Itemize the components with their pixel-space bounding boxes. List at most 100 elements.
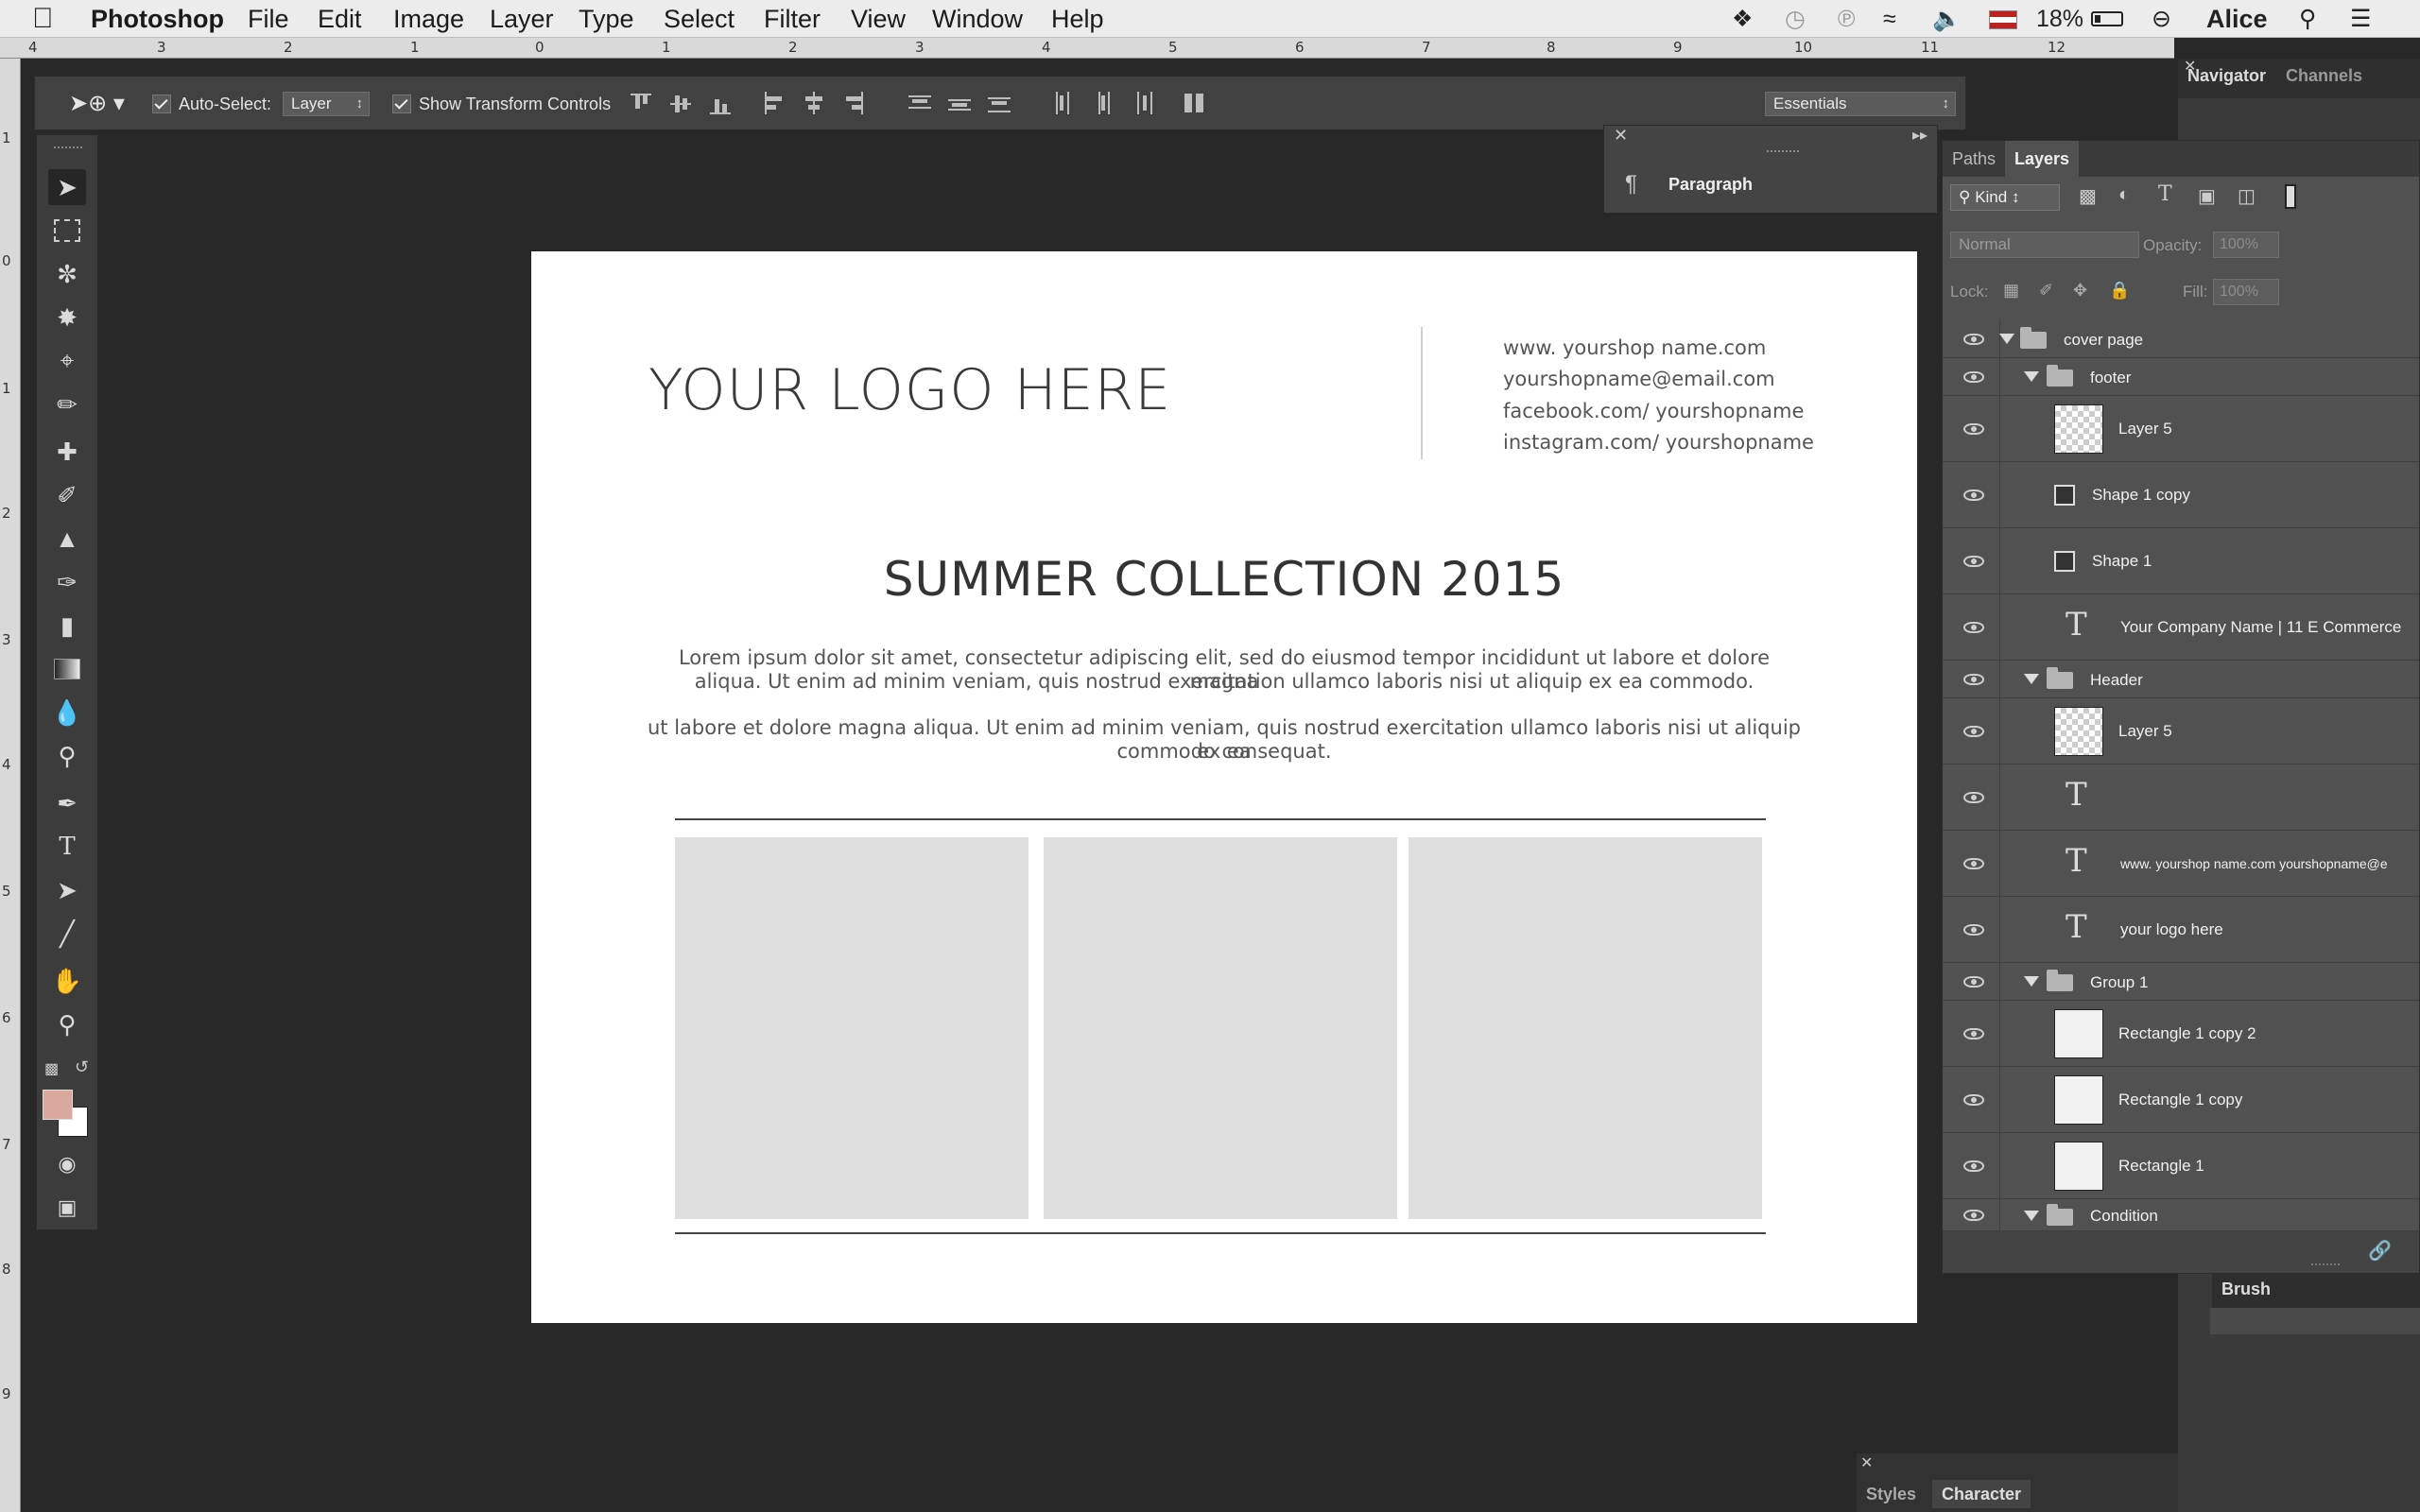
swap-colors-icon[interactable]: ↺ [75,1057,89,1077]
path-selection-tool-icon[interactable]: ➤ [48,872,86,908]
menu-filter[interactable]: Filter [764,0,821,38]
filter-kind-dropdown[interactable]: ⚲ Kind ↕ [1950,184,2060,211]
layer-row[interactable]: Shape 1 copy [1943,462,2419,528]
auto-select-checkbox[interactable] [152,94,171,113]
layer-name[interactable]: Shape 1 [2092,552,2152,571]
image-placeholder-3[interactable] [1409,837,1762,1219]
layer-row[interactable]: T [1943,765,2419,831]
filter-type-icon[interactable]: T [2158,182,2172,206]
filter-toggle-icon[interactable] [2285,184,2296,209]
dropbox-icon[interactable]: ❖ [1732,0,1753,38]
type-tool-icon[interactable]: T [48,829,86,865]
contact-email[interactable]: yourshopname@email.com [1503,368,1775,390]
contact-facebook[interactable]: facebook.com/ yourshopname [1503,400,1804,422]
layer-row[interactable]: Layer 5 [1943,698,2419,765]
distribute-hcenter-icon[interactable] [1092,92,1115,116]
expand-triangle-icon[interactable] [2024,371,2039,382]
align-left-icon[interactable] [763,92,786,116]
layer-name[interactable]: Group 1 [2090,973,2148,992]
bluetooth-icon[interactable]: ℗ [1838,0,1855,38]
distribute-bottom-icon[interactable] [988,92,1011,116]
quick-mask-icon[interactable]: ◉ [48,1146,86,1182]
battery-icon[interactable] [2091,11,2123,26]
magic-wand-tool-icon[interactable]: ✸ [48,300,86,335]
marquee-tool-icon[interactable] [48,213,86,249]
layer-name[interactable]: Layer 5 [2118,420,2172,438]
layer-row-condition[interactable]: Condition [1943,1199,2419,1231]
visibility-eye-icon[interactable] [1963,490,1984,501]
tab-navigator[interactable]: Navigator [2187,66,2266,86]
close-icon[interactable]: ✕ [1614,126,1628,146]
filter-adjustment-icon[interactable]: ◐ [2118,184,2130,206]
visibility-eye-icon[interactable] [1963,1094,1984,1106]
layer-row[interactable]: Shape 1 [1943,528,2419,594]
layer-name[interactable]: Rectangle 1 [2118,1157,2204,1176]
menu-app-name[interactable]: Photoshop [91,0,224,38]
image-placeholder-2[interactable] [1044,837,1397,1219]
collection-title[interactable]: SUMMER COLLECTION 2015 [531,552,1917,607]
visibility-eye-icon[interactable] [1963,976,1984,988]
layer-row[interactable]: Layer 5 [1943,396,2419,462]
visibility-eye-icon[interactable] [1963,792,1984,803]
logo-text[interactable]: YOUR LOGO HERE [648,357,1171,423]
layer-name[interactable]: Rectangle 1 copy 2 [2118,1024,2256,1043]
visibility-eye-icon[interactable] [1963,1160,1984,1172]
filter-pixel-icon[interactable]: ▩ [2079,184,2097,208]
layer-name[interactable]: your logo here [2120,920,2223,939]
layer-row[interactable]: T www. yourshop name.com yourshopname@e [1943,831,2419,897]
align-vcenter-icon[interactable] [670,92,693,116]
paragraph-icon[interactable]: ¶ [1625,171,1637,198]
auto-align-layers-icon[interactable] [1183,92,1205,116]
fill-input[interactable]: 100% [2213,279,2279,305]
filter-shape-icon[interactable]: ▣ [2198,184,2216,208]
expand-triangle-icon[interactable] [2024,976,2039,987]
opacity-input[interactable]: 100% [2213,232,2279,258]
distribute-top-icon[interactable] [908,92,931,116]
visibility-eye-icon[interactable] [1963,1210,1984,1221]
brush-tool-icon[interactable]: ✐ [48,477,86,513]
clone-stamp-tool-icon[interactable]: ▲ [48,521,86,557]
layer-name[interactable]: Rectangle 1 copy [2118,1091,2242,1109]
expand-triangle-icon[interactable] [2024,674,2039,684]
tab-styles[interactable]: Styles [1857,1480,1926,1508]
distribute-left-icon[interactable] [1052,92,1075,116]
expand-triangle-icon[interactable] [2024,1211,2039,1221]
notification-center-icon[interactable]: ☰ [2350,0,2371,38]
distribute-vcenter-icon[interactable] [948,92,971,116]
menu-image[interactable]: Image [393,0,464,38]
foreground-color-swatch[interactable] [43,1090,73,1120]
align-right-icon[interactable] [842,92,865,116]
brush-tab[interactable]: Brush [2221,1280,2271,1299]
body-paragraph-1-line-2[interactable]: aliqua. Ut enim ad minim veniam, quis no… [645,670,1804,694]
layer-name[interactable]: Your Company Name | 11 E Commerce [2120,618,2401,637]
layer-row[interactable]: Rectangle 1 copy [1943,1067,2419,1133]
move-tool-preset-icon[interactable]: ➤⊕ ▾ [69,77,125,131]
layer-row-header[interactable]: Header [1943,661,2419,698]
tab-channels[interactable]: Channels [2286,66,2362,86]
visibility-eye-icon[interactable] [1963,371,1984,383]
document-canvas[interactable]: YOUR LOGO HERE www. yourshop name.com yo… [531,251,1917,1323]
workspace-dropdown[interactable]: Essentials [1765,92,1956,116]
spotlight-icon[interactable]: ⚲ [2299,0,2316,38]
horizontal-ruler[interactable]: 4 3 2 1 0 1 2 3 4 5 6 7 8 9 10 11 12 [0,38,2174,59]
tab-paths[interactable]: Paths [1943,141,2005,177]
contact-website[interactable]: www. yourshop name.com [1503,336,1766,359]
link-layers-icon[interactable]: 🔗 [2368,1239,2392,1263]
expand-triangle-icon[interactable] [1999,334,2014,344]
apple-icon[interactable]:  [32,0,54,38]
blur-tool-icon[interactable]: 💧 [48,695,86,730]
layer-name[interactable]: Header [2090,671,2143,690]
layer-row[interactable]: Rectangle 1 [1943,1133,2419,1199]
layer-name[interactable]: Condition [2090,1207,2158,1226]
lock-image-icon[interactable]: ✐ [2039,281,2053,301]
screen-mode-icon[interactable]: ▣ [48,1190,86,1226]
align-top-icon[interactable] [631,92,653,116]
eraser-tool-icon[interactable]: ▮ [48,608,86,644]
distribute-right-icon[interactable] [1132,92,1154,116]
visibility-eye-icon[interactable] [1963,556,1984,567]
panel-grip[interactable] [54,146,82,152]
top-rule-line[interactable] [675,818,1766,820]
visibility-eye-icon[interactable] [1963,858,1984,869]
visibility-eye-icon[interactable] [1963,726,1984,737]
paragraph-panel-label[interactable]: Paragraph [1668,175,1753,195]
